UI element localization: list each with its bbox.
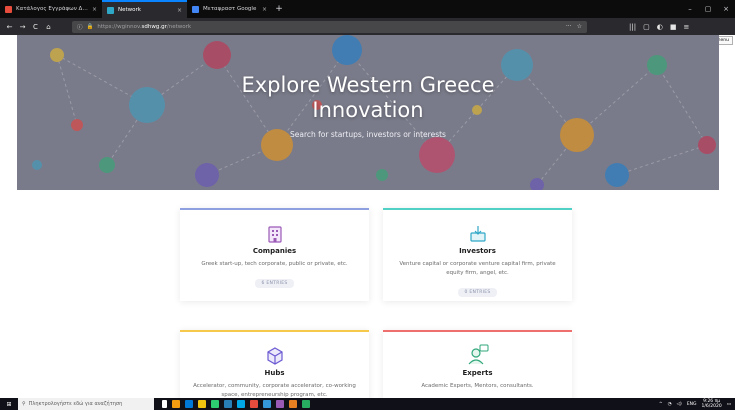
lock-icon: 🔒 xyxy=(86,23,94,30)
hero-banner: Explore Western Greece Innovation Search… xyxy=(17,35,719,190)
taskbar-app-icon[interactable] xyxy=(237,400,245,408)
card-description: Academic Experts, Mentors, consultants. xyxy=(421,383,534,389)
taskbar-app-icon[interactable] xyxy=(276,400,284,408)
tab-label: Μεταφραστ Google xyxy=(203,6,257,12)
entries-badge[interactable]: 6 ENTRIES xyxy=(255,279,294,288)
card-description: Accelerator, community, corporate accele… xyxy=(193,383,356,398)
firefox-icon[interactable] xyxy=(289,400,297,408)
hero-title-line1: Explore Western Greece xyxy=(241,73,495,97)
home-button[interactable]: ⌂ xyxy=(43,21,54,32)
maximize-button[interactable]: ▢ xyxy=(699,0,717,18)
url-path: /network xyxy=(166,23,192,30)
close-window-button[interactable]: × xyxy=(717,0,735,18)
reload-button[interactable]: C xyxy=(30,21,41,32)
tab-document-catalog[interactable]: Κατάλογος Εγγράφων Διαδικτύο × xyxy=(0,0,102,18)
network-icon[interactable]: ◔ xyxy=(668,402,672,407)
tab-close-icon[interactable]: × xyxy=(177,7,182,14)
hero-title-line2: Innovation xyxy=(312,98,424,122)
hero-title: Explore Western Greece Innovation xyxy=(17,73,719,123)
tab-label: Network xyxy=(118,7,141,13)
card-hubs[interactable]: Hubs Accelerator, community, corporate a… xyxy=(180,330,369,398)
file-explorer-icon[interactable] xyxy=(198,400,206,408)
new-tab-button[interactable]: + xyxy=(272,0,286,18)
window-controls: – ▢ × xyxy=(681,0,735,18)
tab-google-translate[interactable]: Μεταφραστ Google × xyxy=(187,0,272,18)
library-icon[interactable]: ||| xyxy=(629,23,636,31)
url-host: sdhwg.gr xyxy=(141,23,167,30)
card-description: Venture capital or corporate venture cap… xyxy=(399,261,556,276)
favicon-icon xyxy=(192,5,199,13)
tab-label: Κατάλογος Εγγράφων Διαδικτύο xyxy=(16,6,88,12)
taskbar-app-icon[interactable] xyxy=(250,400,258,408)
notifications-icon[interactable]: ▭ xyxy=(727,402,731,407)
edge-icon[interactable] xyxy=(185,400,193,408)
card-title: Experts xyxy=(462,369,493,377)
menu-icon[interactable]: ≡ xyxy=(683,23,689,31)
start-button[interactable]: ⊞ xyxy=(0,398,18,410)
volume-icon[interactable]: ◁) xyxy=(677,402,682,407)
card-investors[interactable]: Investors Venture capital or corporate v… xyxy=(383,208,572,301)
taskbar-app-icon[interactable] xyxy=(302,400,310,408)
taskbar-app-icon[interactable] xyxy=(263,400,271,408)
minimize-button[interactable]: – xyxy=(681,0,699,18)
search-icon: ⚲ xyxy=(22,401,26,407)
favicon-icon xyxy=(5,5,12,13)
taskbar-search[interactable]: ⚲ Πληκτρολογήστε εδώ για αναζήτηση xyxy=(18,398,154,410)
favicon-icon xyxy=(107,6,114,14)
back-button[interactable]: ← xyxy=(4,21,15,32)
bookmark-star-icon[interactable]: ☆ xyxy=(577,23,582,30)
taskbar-apps xyxy=(162,400,310,408)
tray-language[interactable]: ENG xyxy=(687,402,697,407)
browser-tab-bar: Κατάλογος Εγγράφων Διαδικτύο × Network ×… xyxy=(0,0,735,18)
tray-chevron-icon[interactable]: ^ xyxy=(659,402,663,407)
entries-badge[interactable]: 0 ENTRIES xyxy=(458,288,497,297)
tab-network[interactable]: Network × xyxy=(102,0,187,18)
url-bar[interactable]: ⓘ 🔒 https://wginnov.sdhwg.gr/network ···… xyxy=(72,20,587,33)
expert-icon xyxy=(383,344,572,366)
sidebar-icon[interactable]: ▢ xyxy=(643,23,650,31)
page-actions-icon[interactable]: ··· xyxy=(566,23,572,30)
tab-close-icon[interactable]: × xyxy=(92,6,97,13)
browser-nav-bar: ← → C ⌂ ⓘ 🔒 https://wginnov.sdhwg.gr/net… xyxy=(0,18,735,35)
extension-icon[interactable]: ◐ xyxy=(657,23,663,31)
url-prefix: https://wginnov. xyxy=(97,23,142,30)
task-view-icon[interactable] xyxy=(162,400,167,408)
taskbar-app-icon[interactable] xyxy=(172,400,180,408)
card-title: Companies xyxy=(252,247,297,255)
info-icon[interactable]: ⓘ xyxy=(77,23,83,31)
building-icon xyxy=(180,224,369,244)
taskbar-app-icon[interactable] xyxy=(224,400,232,408)
card-title: Investors xyxy=(459,247,496,255)
hero-subtitle: Search for startups, investors or intere… xyxy=(290,130,446,139)
card-companies[interactable]: Companies Greek start-up, tech corporate… xyxy=(180,208,369,301)
account-icon[interactable]: ■ xyxy=(670,23,677,31)
card-experts[interactable]: Experts Academic Experts, Mentors, consu… xyxy=(383,330,572,398)
tray-clock[interactable]: 9:26 πμ 1/6/2020 xyxy=(702,399,722,409)
tray-date: 1/6/2020 xyxy=(701,404,722,409)
system-tray: ^ ◔ ◁) ENG 9:26 πμ 1/6/2020 ▭ xyxy=(659,399,735,409)
card-description: Greek start-up, tech corporate, public o… xyxy=(201,261,348,267)
tab-close-icon[interactable]: × xyxy=(262,6,267,13)
forward-button[interactable]: → xyxy=(17,21,28,32)
windows-taskbar: ⊞ ⚲ Πληκτρολογήστε εδώ για αναζήτηση ^ ◔… xyxy=(0,398,735,410)
card-title: Hubs xyxy=(264,369,285,377)
money-box-icon xyxy=(383,224,572,244)
page-content: Companies Greek start-up, tech corporate… xyxy=(0,190,735,398)
taskbar-app-icon[interactable] xyxy=(211,400,219,408)
cube-icon xyxy=(180,346,369,366)
search-placeholder: Πληκτρολογήστε εδώ για αναζήτηση xyxy=(28,401,123,407)
